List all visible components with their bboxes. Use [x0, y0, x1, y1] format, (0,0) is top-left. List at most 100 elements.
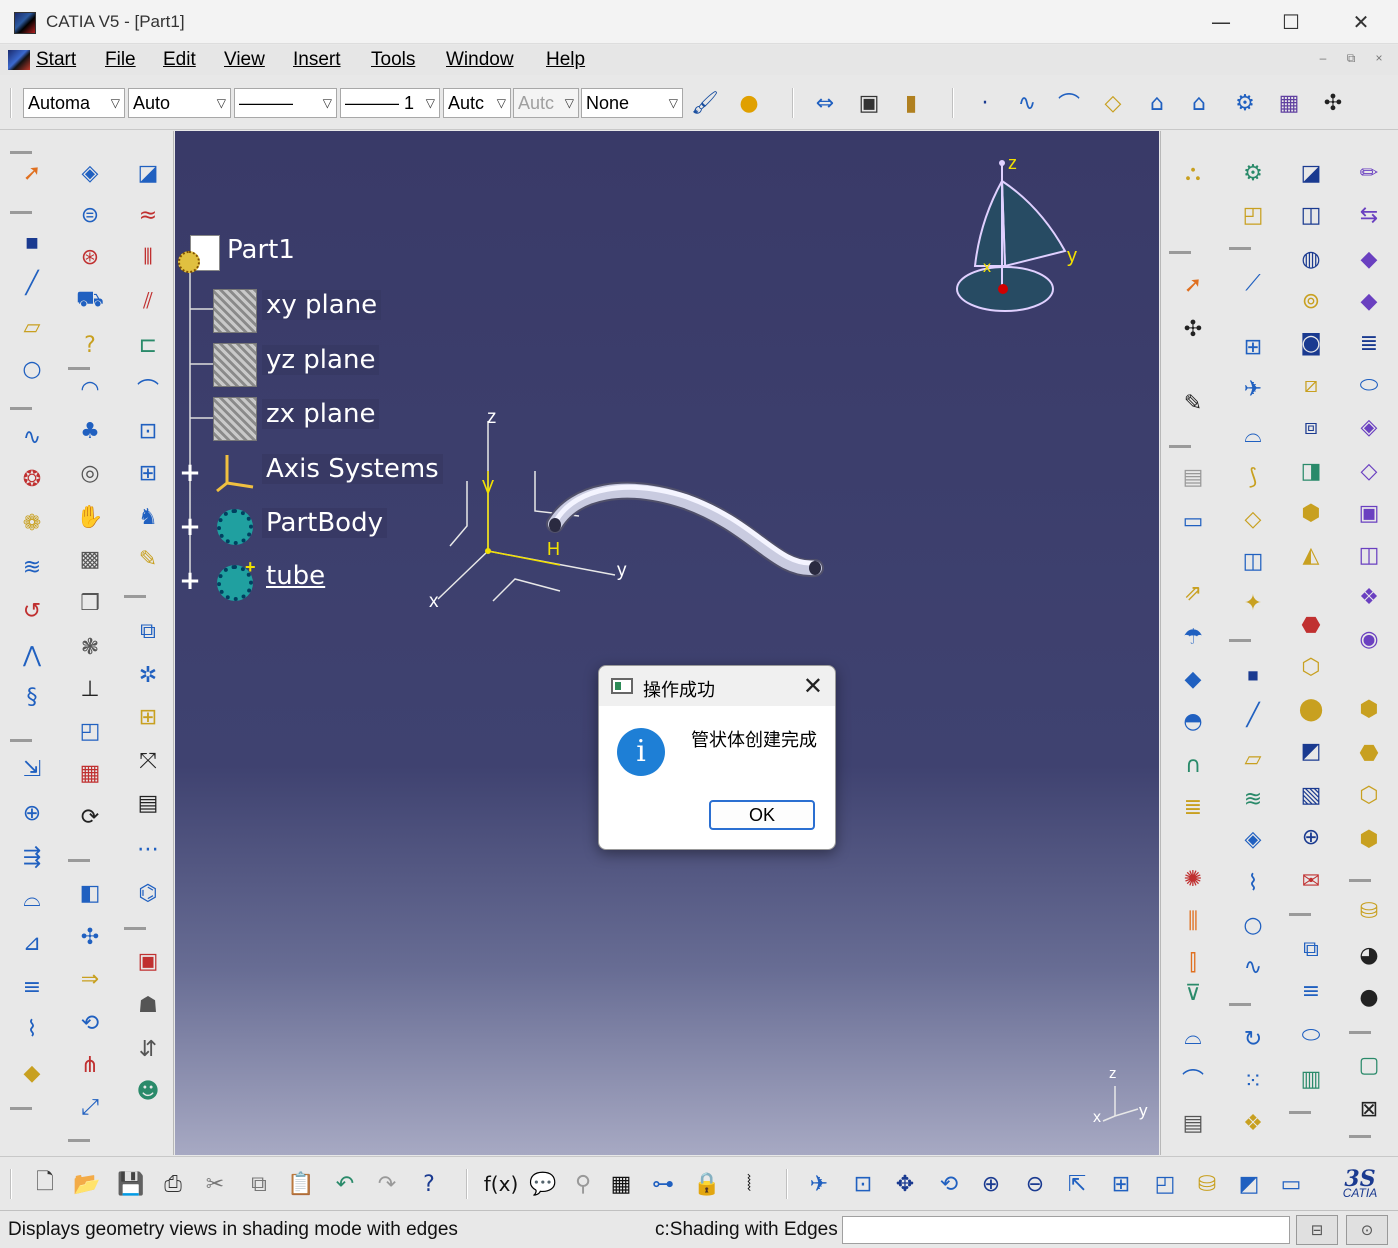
corner-tool-icon[interactable]: ❁: [14, 505, 50, 541]
stiffener-icon[interactable]: ⬢: [1293, 495, 1329, 531]
menu-help[interactable]: Help: [546, 49, 585, 71]
cursor-tool-icon[interactable]: ⇵: [130, 1031, 166, 1067]
rotate-icon[interactable]: ⟲: [72, 1005, 108, 1041]
line-weight-combo[interactable]: ——— 1 ▽: [340, 88, 440, 118]
sheet-icon[interactable]: ◰: [1235, 197, 1271, 233]
shell-icon[interactable]: ◆: [1175, 661, 1211, 697]
cube-tool-icon[interactable]: ◰: [72, 713, 108, 749]
tree-node-yz-plane[interactable]: yz plane: [262, 345, 380, 375]
gauge-icon[interactable]: ◠: [72, 371, 108, 407]
grid-icon[interactable]: ▦: [1272, 86, 1306, 120]
groove-icon[interactable]: ⊚: [1293, 283, 1329, 319]
copy-icon[interactable]: ⧉: [242, 1167, 276, 1201]
graph-icon[interactable]: ⟋: [1235, 265, 1271, 301]
car-icon[interactable]: ⛟: [72, 283, 108, 319]
dome-icon[interactable]: ◓: [1175, 703, 1211, 739]
axis-tool-icon[interactable]: ⊥: [72, 671, 108, 707]
minimize-button[interactable]: —: [1198, 6, 1244, 38]
new-document-icon[interactable]: 🗋: [28, 1167, 62, 1201]
spiral-tool-icon[interactable]: ↺: [14, 593, 50, 629]
parallel-curve-icon[interactable]: ⇶: [14, 839, 50, 875]
offset-curve-icon[interactable]: ⌓: [14, 881, 50, 917]
hole-icon[interactable]: ◙: [1293, 325, 1329, 361]
sketch-icon[interactable]: ◈: [72, 155, 108, 191]
thick-surface-icon[interactable]: ◆: [1351, 241, 1387, 277]
repeat-icon[interactable]: ↻: [1235, 1021, 1271, 1057]
doc-close-button[interactable]: ×: [1368, 51, 1390, 71]
scroll-icon[interactable]: ❒: [72, 585, 108, 621]
scale-purple-icon[interactable]: ❖: [1351, 579, 1387, 615]
line-tool-icon[interactable]: ╱: [14, 265, 50, 301]
draft-angle-icon[interactable]: ◩: [1293, 733, 1329, 769]
add-body-icon[interactable]: ⬡: [1351, 777, 1387, 813]
surface-tool-icon[interactable]: ◪: [130, 155, 166, 191]
part-design-icon[interactable]: ⌂: [1140, 86, 1174, 120]
menu-insert[interactable]: Insert: [293, 49, 341, 71]
tiles-icon[interactable]: ⊞: [130, 699, 166, 735]
table-design-icon[interactable]: ▦: [604, 1167, 638, 1201]
link-icon[interactable]: ❃: [72, 629, 108, 665]
plane-fly-icon[interactable]: ✈: [1235, 371, 1271, 407]
doc-minimize-button[interactable]: –: [1312, 51, 1334, 71]
target-icon[interactable]: ⊕: [1293, 819, 1329, 855]
measure-between-icon[interactable]: ⇔: [808, 86, 842, 120]
tree-node-zx-plane[interactable]: zx plane: [262, 399, 380, 429]
edge-fillet-icon[interactable]: ⬡: [1293, 649, 1329, 685]
save-icon[interactable]: 💾: [114, 1167, 148, 1201]
loft-icon[interactable]: ⊏: [130, 327, 166, 363]
select-arrow-icon[interactable]: ➚: [14, 155, 50, 191]
loft-right-icon[interactable]: ◨: [1293, 453, 1329, 489]
menu-window[interactable]: Window: [446, 49, 514, 71]
hide-show-icon[interactable]: ◩: [1232, 1167, 1266, 1201]
texture-icon[interactable]: ▩: [72, 541, 108, 577]
fill-icon[interactable]: ◇: [1096, 86, 1130, 120]
curvature-icon[interactable]: ⌬: [130, 875, 166, 911]
sphere-icon[interactable]: ◕: [1351, 937, 1387, 973]
symmetry-icon[interactable]: ⋔: [72, 1047, 108, 1083]
tree-node-partbody[interactable]: PartBody: [262, 508, 387, 538]
bug-icon[interactable]: ✺: [1175, 861, 1211, 897]
cut-icon[interactable]: ◫: [1235, 543, 1271, 579]
gear-tool-icon[interactable]: ✲: [130, 657, 166, 693]
bridge-icon[interactable]: ⌒: [1175, 1061, 1211, 1097]
gear-green-icon[interactable]: ⚙: [1235, 155, 1271, 191]
dot-tool-icon[interactable]: ■: [1235, 657, 1271, 693]
mirror-purple-icon[interactable]: ◫: [1351, 537, 1387, 573]
pan-icon[interactable]: ✥: [888, 1167, 922, 1201]
knowledge-icon[interactable]: ✣: [1316, 86, 1350, 120]
shell-right-icon[interactable]: ▧: [1293, 777, 1329, 813]
spline-right-icon[interactable]: ∿: [1235, 949, 1271, 985]
shaft-icon[interactable]: ◍: [1293, 241, 1329, 277]
split-right-icon[interactable]: ⇆: [1351, 197, 1387, 233]
thickness-icon[interactable]: ⬭: [1351, 367, 1387, 403]
menu-tools[interactable]: Tools: [371, 49, 415, 71]
pad-icon[interactable]: ◪: [1293, 155, 1329, 191]
properties-icon[interactable]: ●: [732, 86, 766, 120]
assembly-icon[interactable]: ⚙: [1228, 86, 1262, 120]
translate-icon[interactable]: ⇒: [72, 961, 108, 997]
filter-icon[interactable]: ⊽: [1175, 975, 1211, 1011]
sketcher-icon[interactable]: ✎: [1175, 385, 1211, 421]
frame-icon[interactable]: ▭: [1175, 503, 1211, 539]
ruled-icon[interactable]: ⫽: [130, 283, 166, 319]
painter-icon[interactable]: 🖌: [688, 86, 722, 120]
plane-right-icon[interactable]: ▱: [1235, 741, 1271, 777]
boundary-icon[interactable]: ≡: [14, 969, 50, 1005]
matrix-icon[interactable]: ⊞: [1235, 329, 1271, 365]
grid-box-icon[interactable]: ▦: [72, 755, 108, 791]
layer-combo[interactable]: None ▽: [581, 88, 683, 118]
menu-edit[interactable]: Edit: [163, 49, 196, 71]
point-icon[interactable]: ·: [968, 86, 1002, 120]
bend-icon[interactable]: ⟆: [1235, 459, 1271, 495]
normal-view-icon[interactable]: ⇱: [1060, 1167, 1094, 1201]
arch-icon[interactable]: ∩: [1175, 747, 1211, 783]
tree-node-xy-plane[interactable]: xy plane: [262, 290, 382, 320]
close-button[interactable]: ✕: [1338, 6, 1384, 38]
box-outline-icon[interactable]: ▢: [1351, 1047, 1387, 1083]
film-icon[interactable]: ▣: [130, 943, 166, 979]
part-icon[interactable]: [178, 235, 222, 279]
doc-restore-button[interactable]: ⧉: [1340, 51, 1362, 71]
refresh-icon[interactable]: ⟳: [72, 799, 108, 835]
redo-icon[interactable]: ↷: [370, 1167, 404, 1201]
extremum-icon[interactable]: ⊿: [14, 925, 50, 961]
